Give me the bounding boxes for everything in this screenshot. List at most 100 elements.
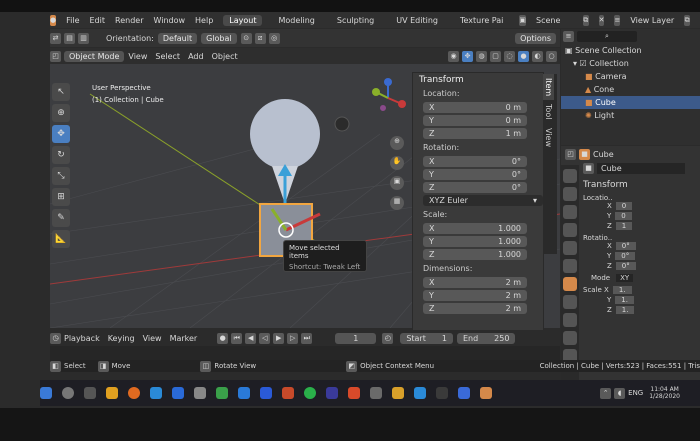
task-view-icon[interactable] bbox=[84, 387, 96, 399]
properties-editor-icon[interactable]: ◰ bbox=[565, 149, 576, 160]
tab-modeling[interactable]: Modeling bbox=[272, 15, 320, 26]
app-icon-6[interactable] bbox=[370, 387, 382, 399]
rotation-x-field[interactable]: X 0° bbox=[423, 156, 527, 167]
scene-icon[interactable]: ▣ bbox=[519, 14, 527, 26]
select-mode-icon[interactable]: ▤ bbox=[64, 32, 75, 44]
search-icon[interactable] bbox=[62, 387, 74, 399]
word-icon[interactable] bbox=[260, 387, 272, 399]
transform-panel-title[interactable]: Transform bbox=[413, 73, 543, 87]
props-scale-z[interactable]: Z 1. bbox=[607, 306, 700, 314]
outliner-scene-collection[interactable]: ▣ Scene Collection bbox=[561, 44, 700, 57]
blender-taskbar-icon[interactable] bbox=[480, 387, 492, 399]
menu-edit[interactable]: Edit bbox=[90, 16, 106, 25]
scale-y-field[interactable]: Y 1.000 bbox=[423, 236, 527, 247]
world-props-icon[interactable] bbox=[563, 259, 577, 273]
render-props-icon[interactable] bbox=[563, 187, 577, 201]
app-icon-9[interactable] bbox=[436, 387, 448, 399]
outliner-collection[interactable]: ▾ ☑ Collection bbox=[561, 57, 700, 70]
powerpoint-icon[interactable] bbox=[282, 387, 294, 399]
menu-add[interactable]: Add bbox=[188, 52, 204, 61]
move-tool-icon[interactable]: ✥ bbox=[52, 125, 70, 143]
rotate-tool-icon[interactable]: ↻ bbox=[52, 146, 70, 164]
app-icon-2[interactable] bbox=[216, 387, 228, 399]
play-reverse-icon[interactable]: ◁ bbox=[259, 332, 271, 344]
store-icon[interactable] bbox=[172, 387, 184, 399]
pan-hand-icon[interactable]: ✋ bbox=[390, 156, 404, 170]
props-location-x[interactable]: X0 bbox=[607, 202, 700, 210]
outliner-search-icon[interactable]: ⌕ bbox=[577, 31, 637, 42]
app-icon-1[interactable] bbox=[194, 387, 206, 399]
tray-language[interactable]: ENG bbox=[628, 389, 643, 397]
timeline-track[interactable] bbox=[50, 346, 560, 360]
edge-icon[interactable] bbox=[150, 387, 162, 399]
props-transform-title[interactable]: Transform bbox=[583, 180, 700, 190]
copy-view-layer-icon[interactable]: ⧉ bbox=[684, 14, 690, 26]
menu-window[interactable]: Window bbox=[153, 16, 185, 25]
xray-icon[interactable]: ▢ bbox=[490, 50, 501, 62]
tray-clock[interactable]: 11:04 AM 1/28/2020 bbox=[649, 386, 680, 400]
proportional-edit-icon[interactable]: ◎ bbox=[268, 32, 280, 44]
transform-tool-icon[interactable]: ⊞ bbox=[52, 188, 70, 206]
timeline-editor-icon[interactable]: ◷ bbox=[50, 332, 61, 344]
timeline-view-menu[interactable]: View bbox=[143, 334, 162, 343]
view-layer-icon[interactable]: ≡ bbox=[614, 14, 621, 26]
location-y-field[interactable]: Y0 m bbox=[423, 115, 527, 126]
particles-props-icon[interactable] bbox=[563, 313, 577, 327]
object-name-field[interactable]: Cube bbox=[597, 163, 685, 174]
tab-view[interactable]: View bbox=[543, 124, 554, 151]
jump-end-icon[interactable]: ⏭ bbox=[301, 332, 313, 344]
tab-uv-editing[interactable]: UV Editing bbox=[390, 15, 444, 26]
tray-volume-icon[interactable]: ◖ bbox=[614, 387, 626, 399]
tab-item[interactable]: Item bbox=[543, 74, 554, 101]
outliner-light[interactable]: ✺ Light bbox=[561, 109, 700, 122]
tab-layout[interactable]: Layout bbox=[223, 14, 263, 26]
view-layer-props-icon[interactable] bbox=[563, 223, 577, 237]
location-x-field[interactable]: X0 m bbox=[423, 102, 527, 113]
app-icon-3[interactable] bbox=[238, 387, 250, 399]
props-scale-x[interactable]: Scale X 1. bbox=[583, 286, 700, 294]
select-mode-icon-2[interactable]: ▥ bbox=[78, 32, 89, 44]
tray-network-icon[interactable]: ⌃ bbox=[600, 387, 612, 399]
scene-name[interactable]: Scene bbox=[536, 16, 573, 25]
rotation-mode-dropdown[interactable]: XYZ Euler ▾ bbox=[423, 195, 543, 206]
scale-z-field[interactable]: Z 1.000 bbox=[423, 249, 527, 260]
app-icon-10[interactable] bbox=[458, 387, 470, 399]
dimensions-y-field[interactable]: Y2 m bbox=[423, 290, 527, 301]
outliner-filter-icon[interactable]: ≡ bbox=[563, 31, 574, 42]
timeline-playback-menu[interactable]: Playback bbox=[64, 334, 100, 343]
close-scene-icon[interactable]: ✕ bbox=[598, 14, 605, 26]
modifier-props-icon[interactable] bbox=[563, 295, 577, 309]
shading-wireframe-icon[interactable]: ◌ bbox=[504, 50, 515, 62]
next-key-icon[interactable]: ▷ bbox=[287, 332, 299, 344]
app-icon-7[interactable] bbox=[392, 387, 404, 399]
scale-tool-icon[interactable]: ⤡ bbox=[52, 167, 70, 185]
blender-logo-icon[interactable]: ● bbox=[50, 14, 57, 26]
grid-view-icon[interactable]: ▦ bbox=[390, 196, 404, 210]
play-icon[interactable]: ▶ bbox=[273, 332, 285, 344]
overlay-icon[interactable]: ◍ bbox=[476, 50, 487, 62]
timeline-keying-menu[interactable]: Keying bbox=[108, 334, 135, 343]
timeline-marker-menu[interactable]: Marker bbox=[170, 334, 198, 343]
tab-tool[interactable]: Tool bbox=[543, 100, 554, 124]
view-layer-name[interactable]: View Layer bbox=[630, 16, 674, 25]
scale-x-field[interactable]: X 1.000 bbox=[423, 223, 527, 234]
app-icon-4[interactable] bbox=[326, 387, 338, 399]
record-icon[interactable]: ● bbox=[217, 332, 229, 344]
tab-texture-paint[interactable]: Texture Pai bbox=[454, 15, 509, 26]
props-rotation-z[interactable]: Z 0° bbox=[607, 262, 700, 270]
annotate-tool-icon[interactable]: ✎ bbox=[52, 209, 70, 227]
measure-tool-icon[interactable]: 📐 bbox=[52, 230, 70, 248]
end-frame-field[interactable]: End 250 bbox=[456, 332, 516, 344]
menu-object[interactable]: Object bbox=[212, 52, 238, 61]
shading-solid-icon[interactable]: ● bbox=[518, 50, 529, 62]
jump-start-icon[interactable]: ⏮ bbox=[231, 332, 243, 344]
pivot-point-icon[interactable]: ⊙ bbox=[240, 32, 252, 44]
transform-pivot-icon[interactable]: ⇄ bbox=[50, 32, 61, 44]
props-location-y[interactable]: Y0 bbox=[607, 212, 700, 220]
camera-view-icon[interactable]: ▣ bbox=[390, 176, 404, 190]
shading-rendered-icon[interactable]: ○ bbox=[546, 50, 557, 62]
location-z-field[interactable]: Z1 m bbox=[423, 128, 527, 139]
tab-sculpting[interactable]: Sculpting bbox=[331, 15, 380, 26]
select-box-tool-icon[interactable]: ↖ bbox=[52, 83, 70, 101]
outliner-cube[interactable]: ■ Cube bbox=[561, 96, 700, 109]
